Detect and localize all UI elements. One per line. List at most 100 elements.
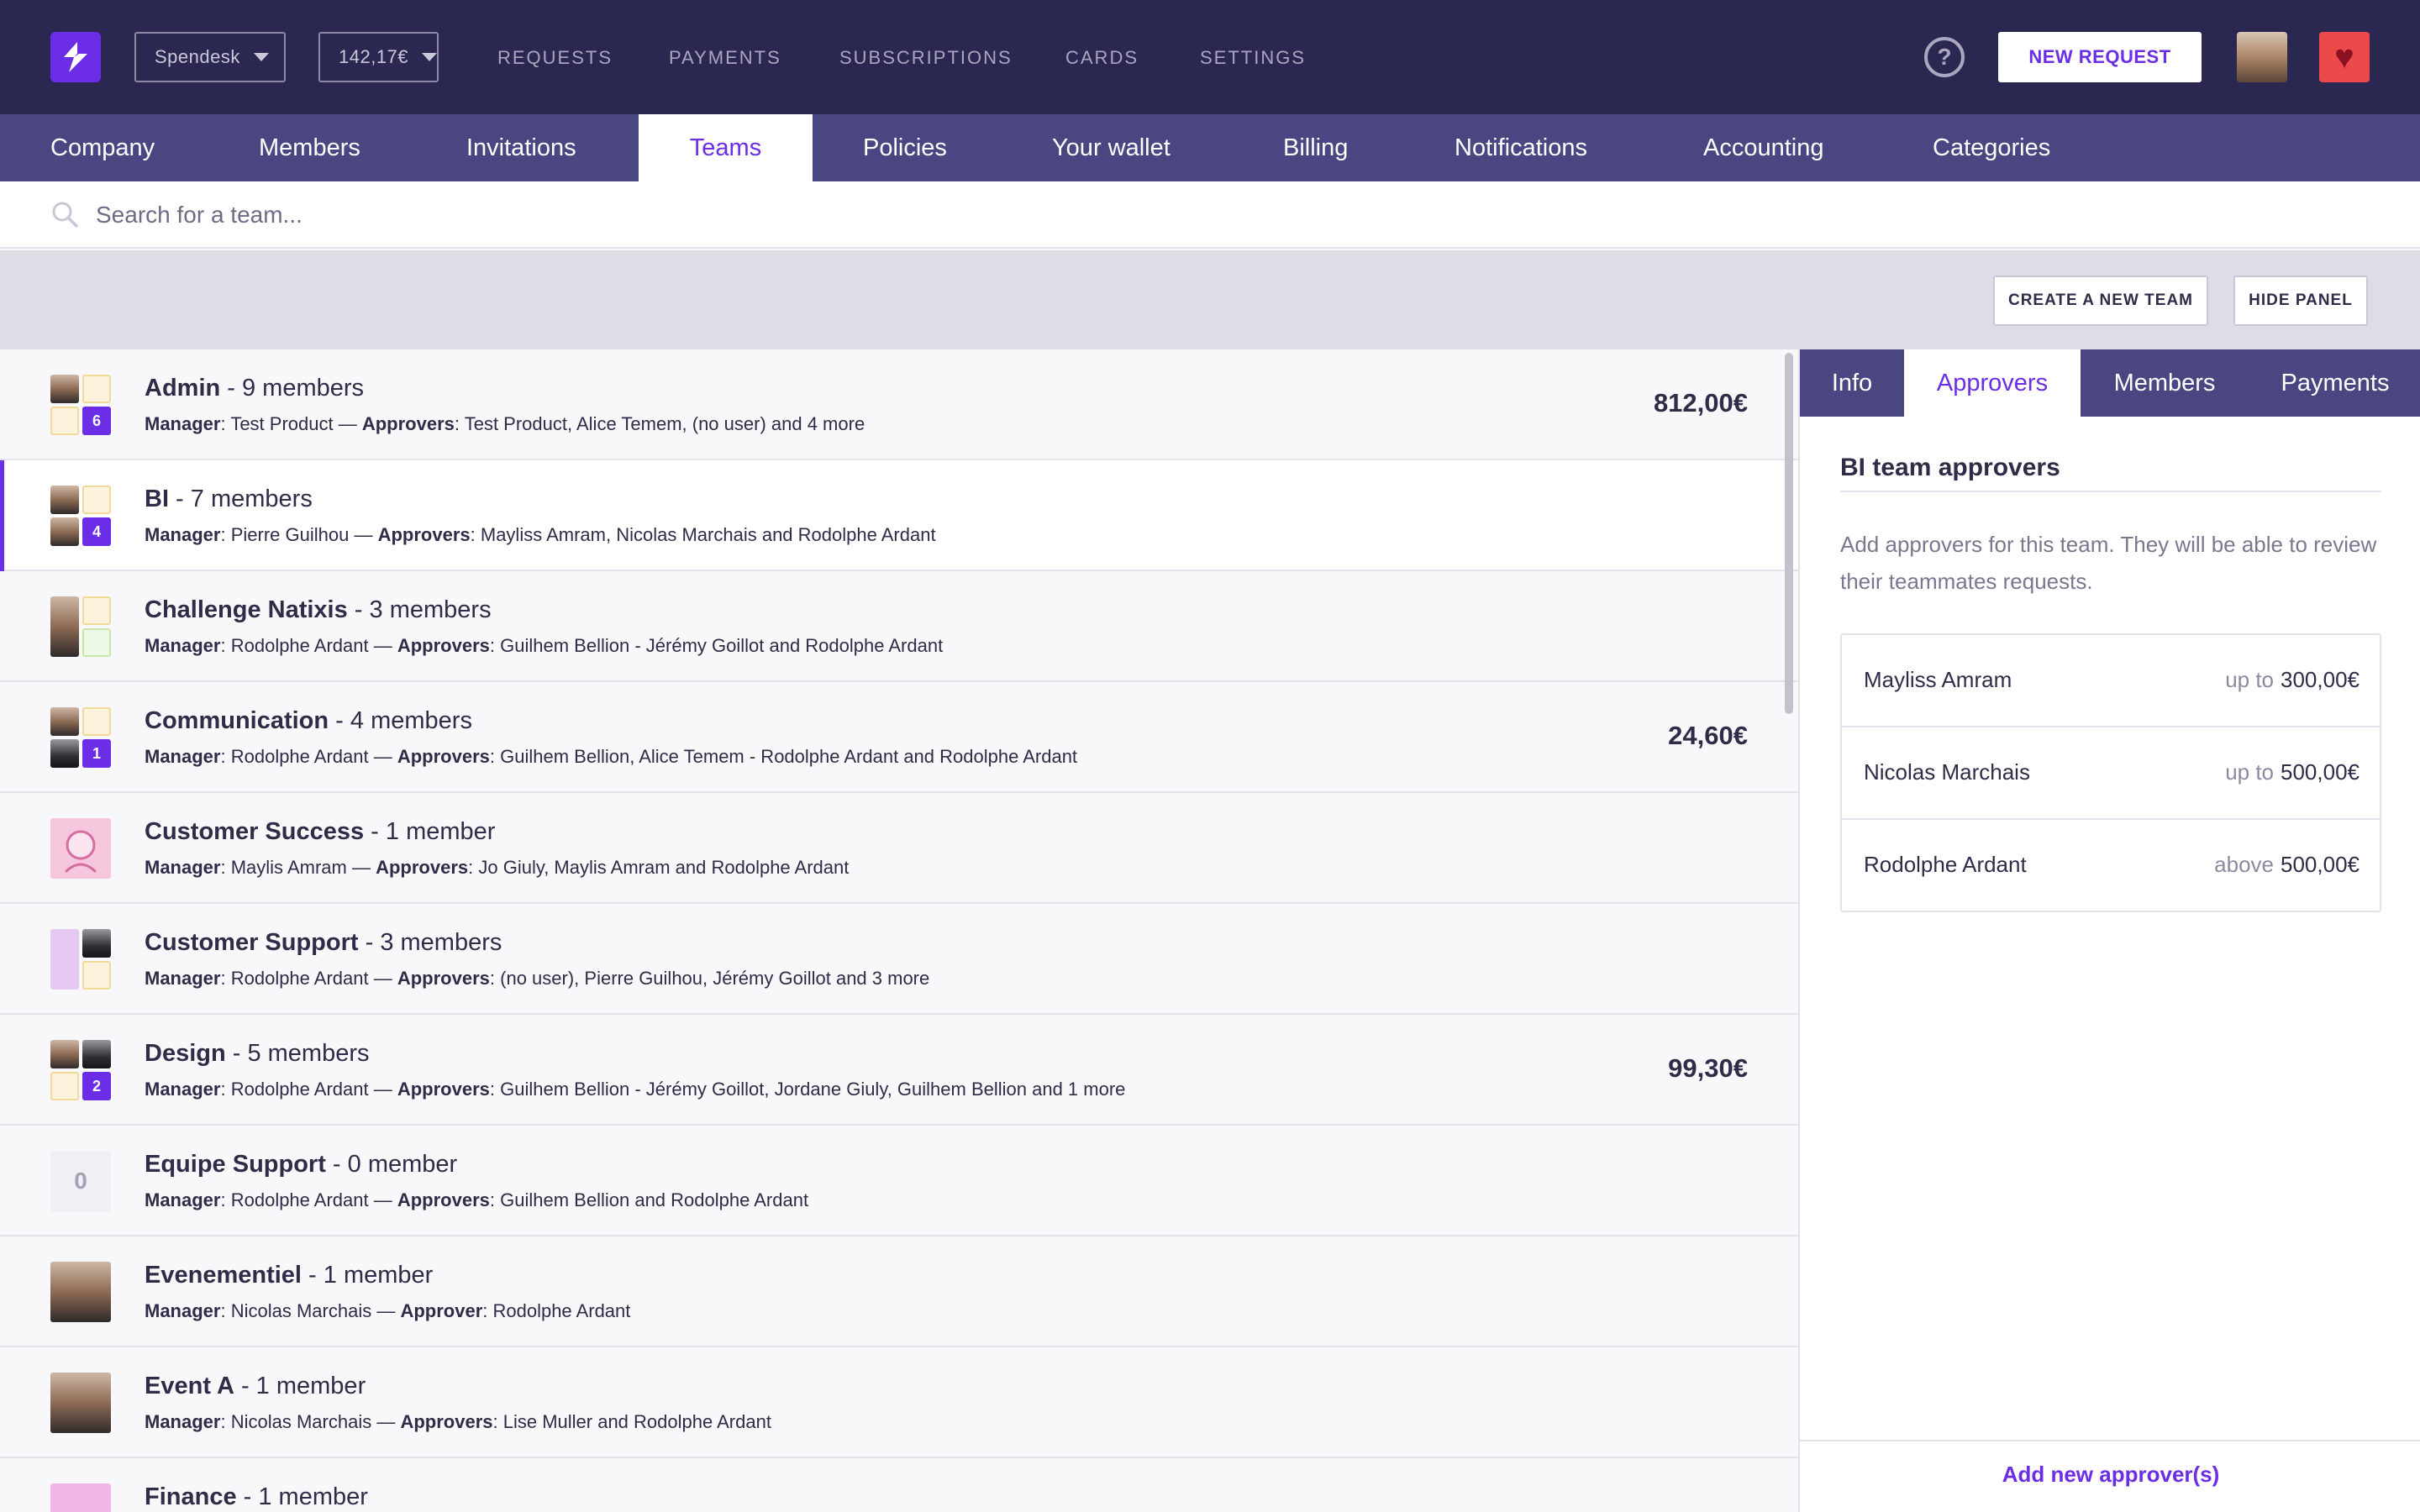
- team-avatars: [50, 818, 111, 879]
- team-avatars: 4: [50, 486, 111, 546]
- approver-row[interactable]: Mayliss Amram up to 300,00€: [1842, 635, 2380, 727]
- team-manager: Rodolphe Ardant: [230, 1079, 369, 1100]
- hide-panel-button[interactable]: HIDE PANEL: [2233, 276, 2368, 326]
- team-row-selected[interactable]: 4 BI - 7 members Manager: Pierre Guilhou…: [0, 460, 1798, 571]
- team-approvers: Guilhem Bellion - Jérémy Goillot and Rod…: [500, 635, 944, 656]
- team-row[interactable]: 2 Design - 5 members Manager: Rodolphe A…: [0, 1015, 1798, 1126]
- team-member-count: - 1 member: [301, 1262, 434, 1289]
- team-member-count: - 3 members: [358, 929, 502, 956]
- member-avatar: [50, 739, 79, 768]
- member-avatar: [50, 1373, 111, 1433]
- company-select[interactable]: Spendesk: [134, 32, 286, 82]
- tab-teams[interactable]: Teams: [639, 114, 813, 181]
- limit-amount: 500,00€: [2281, 759, 2360, 785]
- team-member-count: - 1 member: [364, 818, 496, 845]
- team-name: Finance: [145, 1483, 237, 1510]
- team-name: Equipe Support: [145, 1151, 326, 1178]
- tab-policies[interactable]: Policies: [863, 114, 947, 181]
- nav-subscriptions[interactable]: SUBSCRIPTIONS: [839, 47, 1013, 69]
- panel-tab-info[interactable]: Info: [1800, 349, 1904, 417]
- team-details: Manager: Maylis Amram — Approvers: Jo Gi…: [145, 857, 850, 878]
- member-avatar: [82, 375, 111, 403]
- member-avatar: [50, 1072, 79, 1100]
- manager-label: Manager: [145, 1300, 221, 1321]
- member-avatar: [82, 929, 111, 958]
- add-approver-button[interactable]: Add new approver(s): [1800, 1462, 2420, 1488]
- nav-settings[interactable]: SETTINGS: [1200, 47, 1306, 69]
- limit-amount: 300,00€: [2281, 667, 2360, 692]
- team-row[interactable]: 1 Communication - 4 members Manager: Rod…: [0, 682, 1798, 793]
- tab-members[interactable]: Members: [259, 114, 360, 181]
- panel-tab-members[interactable]: Members: [2081, 349, 2249, 417]
- team-row[interactable]: Customer Success - 1 member Manager: May…: [0, 793, 1798, 904]
- manager-label: Manager: [145, 524, 221, 545]
- team-row[interactable]: 0 Equipe Support - 0 member Manager: Rod…: [0, 1126, 1798, 1236]
- team-avatars: 1: [50, 707, 111, 768]
- team-member-count: - 0 member: [325, 1151, 458, 1178]
- team-name: Event A: [145, 1373, 234, 1399]
- balance-select[interactable]: 142,17€: [318, 32, 439, 82]
- team-row[interactable]: Event A - 1 member Manager: Nicolas Marc…: [0, 1347, 1798, 1458]
- new-request-button[interactable]: NEW REQUEST: [1998, 32, 2202, 82]
- help-icon[interactable]: ?: [1924, 37, 1965, 77]
- actions-bar: CREATE A NEW TEAM HIDE PANEL: [0, 250, 2420, 349]
- approvers-label: Approvers: [397, 635, 490, 656]
- approvers-label: Approvers: [400, 1411, 493, 1432]
- team-name: Admin: [145, 375, 221, 402]
- team-details: Manager: Rodolphe Ardant — Approvers: Gu…: [145, 746, 1078, 767]
- approver-row[interactable]: Nicolas Marchais up to 500,00€: [1842, 727, 2380, 820]
- extra-members-count: 1: [82, 739, 111, 768]
- team-member-count: - 5 members: [225, 1040, 370, 1067]
- tab-company[interactable]: Company: [50, 114, 155, 181]
- manager-label: Manager: [145, 746, 221, 767]
- team-member-count: - 7 members: [169, 486, 313, 512]
- team-avatars: 0: [50, 1151, 111, 1211]
- team-row[interactable]: Customer Support - 3 members Manager: Ro…: [0, 904, 1798, 1015]
- team-row[interactable]: Evenementiel - 1 member Manager: Nicolas…: [0, 1236, 1798, 1347]
- nav-cards[interactable]: CARDS: [1065, 47, 1139, 69]
- tab-billing[interactable]: Billing: [1283, 114, 1348, 181]
- team-member-count: - 1 member: [236, 1483, 368, 1510]
- nav-requests[interactable]: REQUESTS: [497, 47, 613, 69]
- create-team-button[interactable]: CREATE A NEW TEAM: [1993, 276, 2208, 326]
- tab-categories[interactable]: Categories: [1933, 114, 2050, 181]
- panel-tab-approvers[interactable]: Approvers: [1904, 349, 2081, 417]
- approver-name: Rodolphe Ardant: [1864, 852, 2027, 877]
- tab-invitations[interactable]: Invitations: [466, 114, 576, 181]
- manager-label: Manager: [145, 968, 221, 989]
- tab-notifications[interactable]: Notifications: [1455, 114, 1587, 181]
- team-title: Evenementiel - 1 member: [145, 1262, 433, 1289]
- team-manager: Pierre Guilhou: [230, 524, 350, 545]
- settings-tabs: Company Members Invitations Teams Polici…: [0, 114, 2420, 181]
- caret-down-icon: [422, 53, 438, 61]
- team-member-count: - 3 members: [347, 596, 492, 623]
- top-bar: Spendesk 142,17€ REQUESTS PAYMENTS SUBSC…: [0, 0, 2420, 114]
- panel-tab-payments[interactable]: Payments: [2249, 349, 2420, 417]
- team-details: Manager: Test Product — Approvers: Test …: [145, 413, 865, 434]
- team-row[interactable]: Challenge Natixis - 3 members Manager: R…: [0, 571, 1798, 682]
- team-row[interactable]: Finance - 1 member: [0, 1458, 1798, 1512]
- member-avatar: [82, 486, 111, 514]
- team-avatars: [50, 1262, 111, 1322]
- spendesk-logo-icon[interactable]: [50, 32, 101, 82]
- search-icon: [52, 202, 78, 228]
- team-approvers: Rodolphe Ardant: [492, 1300, 631, 1321]
- tab-accounting[interactable]: Accounting: [1703, 114, 1824, 181]
- team-search-input[interactable]: [94, 195, 1607, 235]
- manager-label: Manager: [145, 1079, 221, 1100]
- team-name: Customer Support: [145, 929, 359, 956]
- team-amount: 812,00€: [1653, 388, 1748, 417]
- team-title: Communication - 4 members: [145, 707, 472, 735]
- team-manager: Rodolphe Ardant: [230, 635, 369, 656]
- approvers-label: Approver: [400, 1300, 483, 1321]
- heart-icon[interactable]: ♥: [2319, 32, 2370, 82]
- team-avatars: [50, 596, 111, 657]
- nav-payments[interactable]: PAYMENTS: [669, 47, 781, 69]
- list-scrollbar[interactable]: [1785, 353, 1793, 714]
- tab-your-wallet[interactable]: Your wallet: [1052, 114, 1171, 181]
- manager-label: Manager: [145, 635, 221, 656]
- approver-row[interactable]: Rodolphe Ardant above 500,00€: [1842, 820, 2380, 912]
- user-avatar[interactable]: [2237, 32, 2287, 82]
- team-row[interactable]: 6 Admin - 9 members Manager: Test Produc…: [0, 349, 1798, 460]
- panel-tabs: Info Approvers Members Payments: [1800, 349, 2420, 417]
